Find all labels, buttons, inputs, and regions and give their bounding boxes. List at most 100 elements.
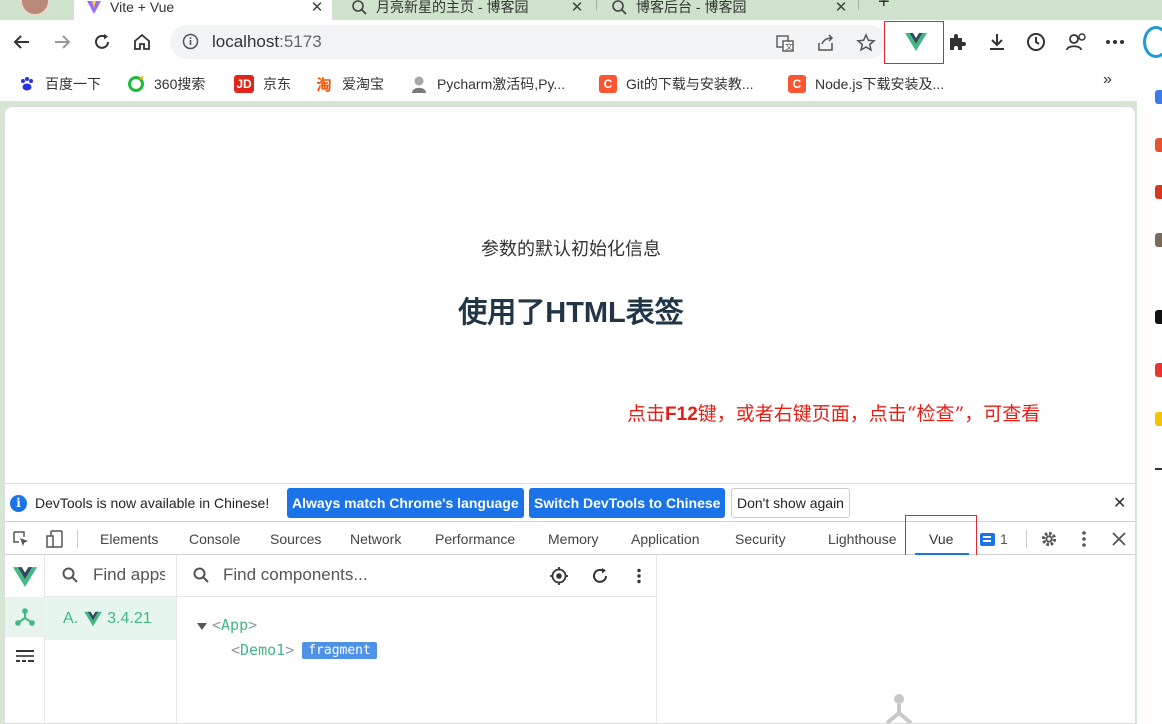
component-detail-pane xyxy=(657,555,1135,723)
tab-security[interactable]: Security xyxy=(735,531,786,547)
tab-close-icon[interactable]: ✕ xyxy=(568,0,586,16)
sidebar-app-icon[interactable] xyxy=(1155,363,1162,377)
home-icon[interactable] xyxy=(130,30,154,54)
bookmark-git-guide[interactable]: C Git的下载与安装教... xyxy=(599,74,754,94)
components-tree-icon[interactable] xyxy=(5,597,45,637)
annotation-prefix: 点击 xyxy=(627,403,666,425)
vue-apps-pane: A. 3.4.21 xyxy=(45,555,177,723)
taobao-icon: 淘 xyxy=(316,76,332,94)
refresh-icon[interactable] xyxy=(590,566,610,586)
download-icon[interactable] xyxy=(985,30,1009,54)
tab-memory[interactable]: Memory xyxy=(548,531,599,547)
bookmark-label: 京东 xyxy=(263,76,291,92)
history-icon[interactable] xyxy=(1024,30,1048,54)
infobar-close-icon[interactable]: ✕ xyxy=(1113,493,1126,513)
find-components-input[interactable] xyxy=(223,565,523,585)
tab-application[interactable]: Application xyxy=(631,531,700,547)
more-options-icon[interactable] xyxy=(629,566,649,586)
inspect-element-icon[interactable] xyxy=(11,529,31,549)
tab-sources[interactable]: Sources xyxy=(270,531,321,547)
page-subtitle: 参数的默认初始化信息 xyxy=(481,239,661,259)
bookmark-taobao[interactable]: 淘 爱淘宝 xyxy=(315,74,384,94)
fragment-badge: fragment xyxy=(302,642,377,659)
find-apps-input[interactable] xyxy=(93,565,165,585)
toolbar-divider xyxy=(77,530,78,548)
back-arrow-icon[interactable] xyxy=(10,30,34,54)
device-toolbar-icon[interactable] xyxy=(45,529,65,549)
tab-title: Vite + Vue xyxy=(110,0,175,15)
customize-menu-icon[interactable] xyxy=(1074,529,1094,549)
new-tab-plus-icon[interactable]: + xyxy=(878,0,890,14)
tab-blog-admin[interactable]: 博客后台 - 博客园 ✕ xyxy=(600,0,856,20)
edge-sidebar-strip xyxy=(1137,65,1162,724)
devtools-tab-bar: Elements Console Sources Network Perform… xyxy=(5,515,1135,566)
url-host: localhost xyxy=(212,32,280,51)
forward-arrow-icon[interactable] xyxy=(50,30,74,54)
apps-search-bar xyxy=(45,555,176,597)
translate-icon[interactable]: 文 xyxy=(774,32,796,54)
share-icon[interactable] xyxy=(815,32,837,54)
url-port: :5173 xyxy=(279,32,322,51)
sidebar-app-icon[interactable] xyxy=(1155,90,1162,104)
dont-show-again-button[interactable]: Don't show again xyxy=(731,488,850,518)
bookmark-pycharm[interactable]: Pycharm激活码,Py... xyxy=(410,74,565,94)
tab-close-icon[interactable]: ✕ xyxy=(308,0,326,16)
component-tree-pane: <App> <Demo1>fragment xyxy=(177,555,657,723)
bookmark-jd[interactable]: JD 京东 xyxy=(234,74,291,94)
csdn-c-icon: C xyxy=(599,75,617,93)
sidebar-app-icon[interactable] xyxy=(1155,233,1162,247)
more-menu-icon[interactable] xyxy=(1103,30,1127,54)
search-icon xyxy=(193,567,209,583)
annotation-suffix: 键，或者右键页面，点击“检查”，可查看 xyxy=(697,403,1041,425)
site-info-icon[interactable] xyxy=(182,33,199,55)
vite-favicon-icon xyxy=(86,0,102,15)
expand-caret-icon[interactable] xyxy=(197,623,207,630)
bookmark-star-icon[interactable] xyxy=(855,32,877,54)
sidebar-add-icon[interactable] xyxy=(1155,468,1162,470)
infobar-message: DevTools is now available in Chinese! xyxy=(35,495,270,511)
tab-vite-vue[interactable]: Vite + Vue ✕ xyxy=(74,0,332,20)
bookmarks-overflow-icon[interactable]: » xyxy=(1103,71,1112,89)
bookmark-nodejs-guide[interactable]: C Node.js下载安装及... xyxy=(788,74,944,94)
extensions-puzzle-icon[interactable] xyxy=(945,30,969,54)
address-bar[interactable]: localhost:5173 文 xyxy=(170,25,886,59)
sidebar-app-icon[interactable] xyxy=(1155,185,1162,199)
tab-lighthouse[interactable]: Lighthouse xyxy=(828,531,897,547)
svg-text:文: 文 xyxy=(785,42,793,52)
sidebar-app-icon[interactable] xyxy=(1155,138,1162,152)
page-heading: 使用了HTML表签 xyxy=(458,297,684,329)
info-icon: i xyxy=(10,495,27,512)
issues-badge[interactable]: 1 xyxy=(980,531,1008,547)
vue-devtools-extension-icon[interactable] xyxy=(904,30,928,54)
f12-annotation: 点击F12键，或者右键页面，点击“检查”，可查看 xyxy=(627,399,1040,426)
settings-gear-icon[interactable] xyxy=(1039,529,1059,549)
bookmark-label: 爱淘宝 xyxy=(342,76,384,92)
switch-to-chinese-button[interactable]: Switch DevTools to Chinese xyxy=(529,488,726,518)
app-list-item[interactable]: A. 3.4.21 xyxy=(45,597,176,640)
tab-network[interactable]: Network xyxy=(350,531,401,547)
tab-console[interactable]: Console xyxy=(189,531,240,547)
tab-blog-home[interactable]: 月亮新星的主页 - 博客园 ✕ xyxy=(340,0,592,20)
tree-node-demo1[interactable]: <Demo1> fragment xyxy=(231,641,377,659)
sidebar-app-icon[interactable] xyxy=(1155,310,1162,324)
timeline-icon[interactable] xyxy=(5,637,45,677)
tab-performance[interactable]: Performance xyxy=(435,531,515,547)
tree-node-app[interactable]: <App> xyxy=(212,616,257,634)
sidebar-app-icon[interactable] xyxy=(1155,412,1162,426)
edge-sidebar-icon[interactable] xyxy=(1143,26,1162,58)
reload-icon[interactable] xyxy=(90,30,114,54)
select-component-target-icon[interactable] xyxy=(549,566,569,586)
bookmark-baidu[interactable]: 百度一下 xyxy=(18,74,101,94)
bookmark-360-search[interactable]: 360搜索 xyxy=(127,74,205,94)
url-text[interactable]: localhost:5173 xyxy=(212,32,322,52)
close-devtools-icon[interactable] xyxy=(1109,529,1129,549)
csdn-c-icon: C xyxy=(788,75,806,93)
vue-logo-icon xyxy=(84,611,102,627)
app-version: 3.4.21 xyxy=(107,609,152,627)
bookmarks-bar: 百度一下 360搜索 JD 京东 淘 爱淘宝 Pycharm激活码,Py... … xyxy=(0,65,1162,101)
tab-elements[interactable]: Elements xyxy=(100,531,158,547)
tab-close-icon[interactable]: ✕ xyxy=(832,0,850,16)
profile-avatar[interactable] xyxy=(20,0,50,16)
always-match-language-button[interactable]: Always match Chrome's language xyxy=(287,488,524,518)
profile-sync-icon[interactable] xyxy=(1064,30,1088,54)
